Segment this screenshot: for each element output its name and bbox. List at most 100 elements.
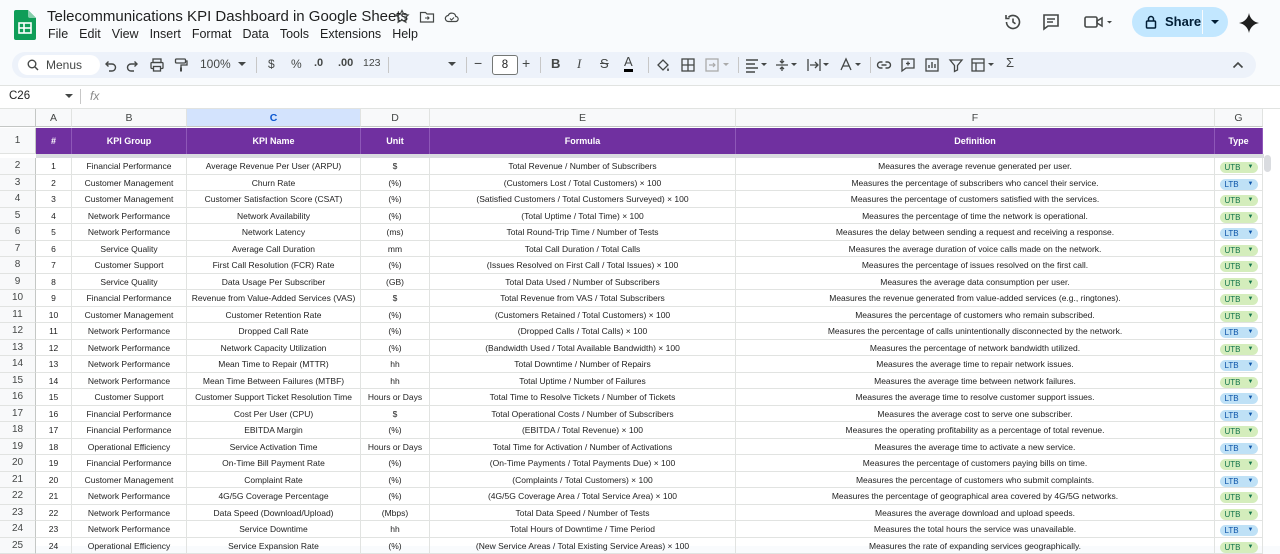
table-cell[interactable]: 14 — [36, 373, 72, 390]
type-dropdown-chip[interactable]: UTB▼ — [1220, 294, 1258, 305]
table-cell[interactable]: 23 — [36, 521, 72, 538]
type-dropdown-chip[interactable]: UTB▼ — [1220, 278, 1258, 289]
table-cell[interactable]: $ — [361, 158, 430, 175]
merge-cells-icon[interactable] — [704, 57, 732, 73]
table-cell[interactable]: Customer Support Ticket Resolution Time — [187, 389, 361, 406]
menu-file[interactable]: File — [48, 27, 68, 41]
table-cell[interactable]: Financial Performance — [72, 455, 187, 472]
table-cell[interactable]: (Total Uptime / Total Time) × 100 — [430, 208, 736, 225]
type-dropdown-chip[interactable]: LTB▼ — [1220, 476, 1258, 487]
table-cell[interactable]: (EBITDA / Total Revenue) × 100 — [430, 422, 736, 439]
insert-link-icon[interactable] — [876, 57, 892, 73]
table-cell[interactable]: Measures the average data consumption pe… — [736, 274, 1215, 291]
table-cell[interactable]: Customer Management — [72, 175, 187, 192]
table-cell[interactable]: Service Quality — [72, 274, 187, 291]
table-cell[interactable]: LTB▼ — [1215, 356, 1263, 373]
comments-icon[interactable] — [1041, 12, 1061, 32]
table-cell[interactable]: Network Performance — [72, 521, 187, 538]
table-cell[interactable]: Network Performance — [72, 340, 187, 357]
name-box-dropdown-icon[interactable] — [65, 94, 73, 99]
text-color-button[interactable]: A — [624, 55, 633, 72]
table-cell[interactable]: Average Call Duration — [187, 241, 361, 258]
table-cell[interactable]: EBITDA Margin — [187, 422, 361, 439]
table-cell[interactable]: LTB▼ — [1215, 175, 1263, 192]
table-cell[interactable]: (Bandwidth Used / Total Available Bandwi… — [430, 340, 736, 357]
table-cell[interactable]: (%) — [361, 257, 430, 274]
table-cell[interactable]: 13 — [36, 356, 72, 373]
move-folder-icon[interactable] — [419, 9, 435, 25]
table-cell[interactable]: (On-Time Payments / Total Payments Due) … — [430, 455, 736, 472]
italic-button[interactable]: I — [577, 56, 581, 72]
table-cell[interactable]: Service Downtime — [187, 521, 361, 538]
table-cell[interactable]: 15 — [36, 389, 72, 406]
column-header-c[interactable]: C — [187, 109, 361, 127]
functions-button[interactable]: Σ — [1006, 55, 1014, 70]
collapse-toolbar-icon[interactable] — [1230, 57, 1246, 73]
table-cell[interactable]: Total Time to Resolve Tickets / Number o… — [430, 389, 736, 406]
type-dropdown-chip[interactable]: UTB▼ — [1220, 344, 1258, 355]
type-dropdown-chip[interactable]: UTB▼ — [1220, 492, 1258, 503]
type-dropdown-chip[interactable]: LTB▼ — [1220, 360, 1258, 371]
type-dropdown-chip[interactable]: LTB▼ — [1220, 393, 1258, 404]
undo-icon[interactable] — [102, 57, 118, 73]
row-header[interactable]: 1 — [0, 128, 36, 154]
type-dropdown-chip[interactable]: UTB▼ — [1220, 377, 1258, 388]
menu-edit[interactable]: Edit — [79, 27, 101, 41]
table-cell[interactable]: (%) — [361, 472, 430, 489]
bold-button[interactable]: B — [551, 56, 560, 71]
table-cell[interactable]: (%) — [361, 175, 430, 192]
table-cell[interactable]: UTB▼ — [1215, 257, 1263, 274]
more-formats-button[interactable]: 123 — [363, 57, 381, 69]
zoom-dropdown-icon[interactable] — [238, 62, 246, 67]
table-cell[interactable]: Measures the percentage of customers who… — [736, 307, 1215, 324]
table-cell[interactable]: Network Performance — [72, 323, 187, 340]
type-dropdown-chip[interactable]: UTB▼ — [1220, 542, 1258, 553]
type-dropdown-chip[interactable]: LTB▼ — [1220, 228, 1258, 239]
table-cell[interactable]: Total Operational Costs / Number of Subs… — [430, 406, 736, 423]
table-cell[interactable]: Data Usage Per Subscriber — [187, 274, 361, 291]
type-dropdown-chip[interactable]: UTB▼ — [1220, 261, 1258, 272]
table-cell[interactable]: (%) — [361, 323, 430, 340]
table-cell[interactable]: LTB▼ — [1215, 224, 1263, 241]
type-dropdown-chip[interactable]: UTB▼ — [1220, 162, 1258, 173]
name-box[interactable]: C26 — [9, 90, 30, 102]
table-cell[interactable]: Financial Performance — [72, 290, 187, 307]
table-cell[interactable]: Financial Performance — [72, 406, 187, 423]
table-cell[interactable]: (%) — [361, 422, 430, 439]
table-cell[interactable]: Measures the percentage of customers sat… — [736, 191, 1215, 208]
table-cell[interactable]: Hours or Days — [361, 389, 430, 406]
table-cell[interactable]: Measures the percentage of calls uninten… — [736, 323, 1215, 340]
row-header[interactable]: 4 — [0, 191, 36, 208]
table-cell[interactable]: 4 — [36, 208, 72, 225]
select-all-corner[interactable] — [0, 109, 36, 127]
table-cell[interactable]: Measures the delay between sending a req… — [736, 224, 1215, 241]
table-cell[interactable]: On-Time Bill Payment Rate — [187, 455, 361, 472]
table-cell[interactable]: 9 — [36, 290, 72, 307]
table-cell[interactable]: 4G/5G Coverage Percentage — [187, 488, 361, 505]
type-dropdown-chip[interactable]: UTB▼ — [1220, 195, 1258, 206]
table-cell[interactable]: Hours or Days — [361, 439, 430, 456]
table-cell[interactable]: 17 — [36, 422, 72, 439]
table-cell[interactable]: Network Capacity Utilization — [187, 340, 361, 357]
column-header-f[interactable]: F — [736, 109, 1215, 127]
table-cell[interactable]: (Customers Lost / Total Customers) × 100 — [430, 175, 736, 192]
cloud-status-icon[interactable] — [444, 9, 460, 25]
table-cell[interactable]: UTB▼ — [1215, 274, 1263, 291]
print-icon[interactable] — [149, 57, 165, 73]
row-header[interactable]: 12 — [0, 323, 36, 340]
table-cell[interactable]: 19 — [36, 455, 72, 472]
table-cell[interactable]: UTB▼ — [1215, 290, 1263, 307]
borders-icon[interactable] — [680, 57, 696, 73]
table-cell[interactable]: UTB▼ — [1215, 422, 1263, 439]
table-cell[interactable]: 7 — [36, 257, 72, 274]
format-percent-button[interactable]: % — [291, 57, 302, 71]
menu-extensions[interactable]: Extensions — [320, 27, 381, 41]
table-cell[interactable]: (%) — [361, 340, 430, 357]
type-dropdown-chip[interactable]: LTB▼ — [1220, 410, 1258, 421]
document-title[interactable]: Telecommunications KPI Dashboard in Goog… — [47, 8, 408, 25]
table-cell[interactable]: 8 — [36, 274, 72, 291]
table-cell[interactable]: Total Data Speed / Number of Tests — [430, 505, 736, 522]
row-header[interactable]: 15 — [0, 373, 36, 390]
table-cell[interactable]: LTB▼ — [1215, 439, 1263, 456]
table-cell[interactable]: Data Speed (Download/Upload) — [187, 505, 361, 522]
